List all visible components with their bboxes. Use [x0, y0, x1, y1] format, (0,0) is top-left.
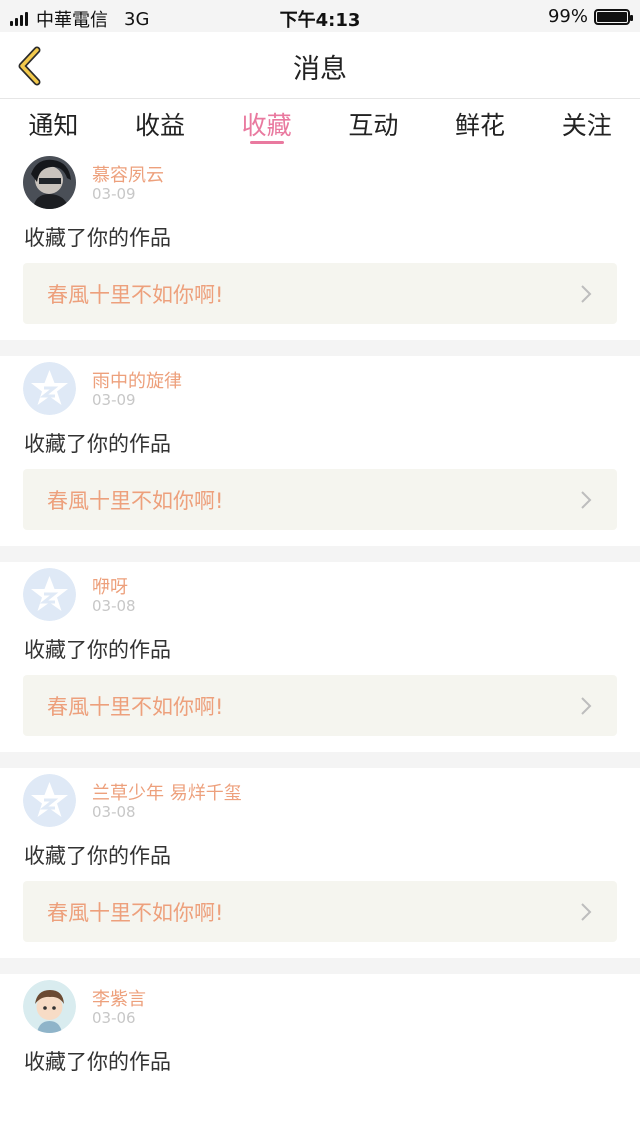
- tab-label: 收益: [135, 111, 186, 140]
- nav-bar: 消息: [0, 32, 640, 99]
- user-name[interactable]: 兰草少年 易烊千玺: [92, 779, 242, 805]
- battery-percent: 99%: [547, 6, 588, 27]
- tab-label: 关注: [561, 111, 612, 140]
- work-title: 春風十里不如你啊!: [47, 489, 224, 513]
- default-star-avatar-icon: [23, 362, 76, 415]
- notification-card: 慕容夙云 03-09 收藏了你的作品 春風十里不如你啊!: [0, 150, 640, 340]
- default-star-avatar-icon: [23, 568, 76, 621]
- app-screen: 中華電信 3G 下午4:13 99% 消息 通知 收益 收藏 互动 鲜花 关注: [0, 0, 640, 1138]
- user-name[interactable]: 慕容夙云: [92, 161, 164, 187]
- action-text: 收藏了你的作品: [24, 432, 171, 456]
- tab-favorites[interactable]: 收藏: [213, 99, 320, 149]
- battery-icon: [594, 8, 633, 25]
- tab-label: 收藏: [241, 111, 292, 140]
- avatar[interactable]: [23, 156, 76, 209]
- tab-label: 鲜花: [455, 111, 506, 140]
- work-title: 春風十里不如你啊!: [47, 283, 224, 307]
- avatar[interactable]: [23, 774, 76, 827]
- cartoon-avatar-icon: [23, 980, 76, 1033]
- action-text: 收藏了你的作品: [24, 638, 171, 662]
- notification-date: 03-09: [92, 185, 136, 203]
- tab-earnings[interactable]: 收益: [107, 99, 214, 149]
- work-title: 春風十里不如你啊!: [47, 901, 224, 925]
- notification-list: 慕容夙云 03-09 收藏了你的作品 春風十里不如你啊! 雨中的旋律 03-09: [0, 150, 640, 1138]
- work-link[interactable]: 春風十里不如你啊!: [23, 675, 617, 736]
- notification-date: 03-09: [92, 391, 136, 409]
- notification-card: 雨中的旋律 03-09 收藏了你的作品 春風十里不如你啊!: [0, 356, 640, 546]
- user-name[interactable]: 咿呀: [92, 573, 128, 599]
- notification-card: 李紫言 03-06 收藏了你的作品: [0, 974, 640, 1138]
- user-name[interactable]: 雨中的旋律: [92, 367, 182, 393]
- page-title: 消息: [293, 54, 347, 85]
- notification-date: 03-08: [92, 803, 136, 821]
- action-text: 收藏了你的作品: [24, 1050, 171, 1074]
- notification-card: 兰草少年 易烊千玺 03-08 收藏了你的作品 春風十里不如你啊!: [0, 768, 640, 958]
- chevron-right-icon: [581, 903, 592, 921]
- tab-interactions[interactable]: 互动: [320, 99, 427, 149]
- user-name[interactable]: 李紫言: [92, 985, 146, 1011]
- chevron-right-icon: [581, 491, 592, 509]
- chevron-right-icon: [581, 697, 592, 715]
- default-star-avatar-icon: [23, 774, 76, 827]
- chevron-right-icon: [581, 285, 592, 303]
- tab-notifications[interactable]: 通知: [0, 99, 107, 149]
- avatar[interactable]: [23, 980, 76, 1033]
- work-title: 春風十里不如你啊!: [47, 695, 224, 719]
- action-text: 收藏了你的作品: [24, 226, 171, 250]
- notification-card: 咿呀 03-08 收藏了你的作品 春風十里不如你啊!: [0, 562, 640, 752]
- user-photo-avatar: [23, 156, 76, 209]
- status-bar: 中華電信 3G 下午4:13 99%: [0, 0, 640, 32]
- notification-date: 03-08: [92, 597, 136, 615]
- work-link[interactable]: 春風十里不如你啊!: [23, 881, 617, 942]
- work-link[interactable]: 春風十里不如你啊!: [23, 263, 617, 324]
- status-right: 99%: [547, 6, 633, 27]
- battery-fill: [597, 11, 627, 22]
- notification-date: 03-06: [92, 1009, 136, 1027]
- work-link[interactable]: 春風十里不如你啊!: [23, 469, 617, 530]
- tab-underline: [249, 141, 284, 144]
- tab-label: 通知: [28, 111, 79, 140]
- tab-following[interactable]: 关注: [533, 99, 640, 149]
- action-text: 收藏了你的作品: [24, 844, 171, 868]
- tab-bar: 通知 收益 收藏 互动 鲜花 关注: [0, 99, 640, 149]
- avatar[interactable]: [23, 362, 76, 415]
- status-time: 下午4:13: [279, 10, 361, 31]
- tab-flowers[interactable]: 鲜花: [427, 99, 534, 149]
- avatar[interactable]: [23, 568, 76, 621]
- tab-label: 互动: [348, 111, 399, 140]
